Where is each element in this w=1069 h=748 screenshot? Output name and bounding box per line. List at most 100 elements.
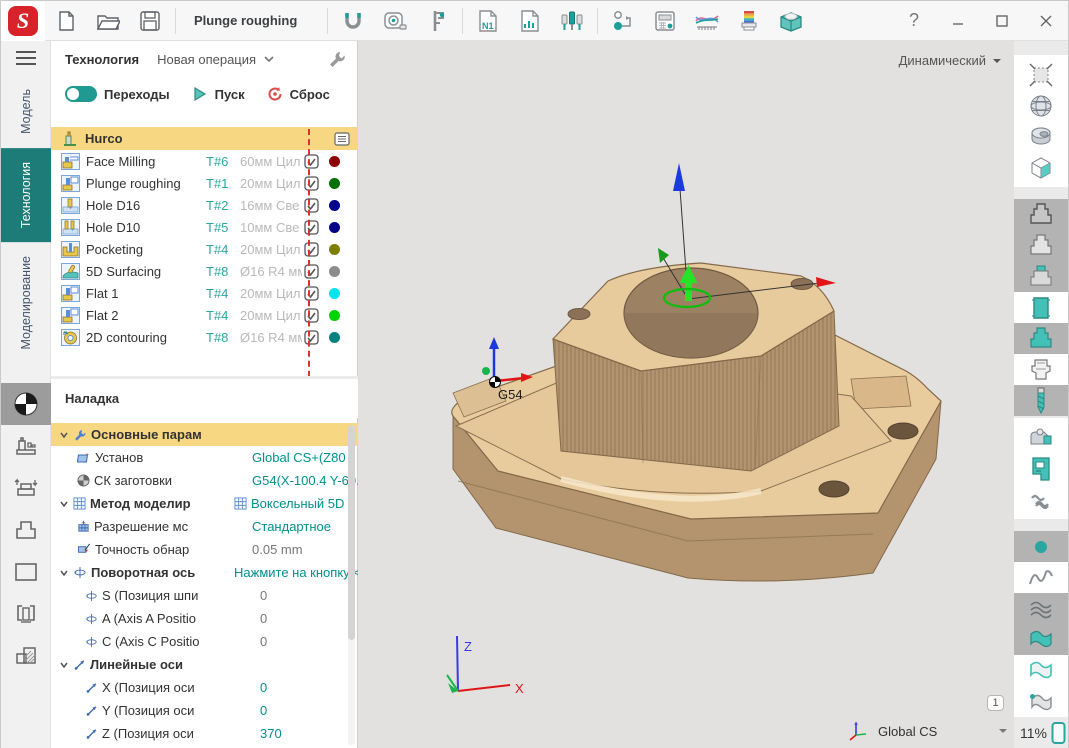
chevron-down-icon[interactable] xyxy=(998,726,1008,736)
run-button[interactable]: Пуск xyxy=(192,86,245,102)
tab-model[interactable]: Модель xyxy=(1,75,51,148)
new-file-button[interactable] xyxy=(45,3,87,39)
measure-tape-button[interactable] xyxy=(374,3,416,39)
operation-row[interactable]: 2D contouring T#8 Ø16 R4 мм xyxy=(51,326,358,348)
transitions-toggle[interactable]: Переходы xyxy=(65,86,170,102)
tab-technology[interactable]: Технология xyxy=(1,148,51,242)
machine-header-row[interactable]: Hurco xyxy=(51,127,358,150)
show-machine-button[interactable] xyxy=(1014,453,1068,484)
operation-checkbox[interactable] xyxy=(304,154,319,169)
show-fixture-wire-button[interactable] xyxy=(1014,354,1068,385)
machine-setup-button[interactable] xyxy=(1,425,51,467)
operation-row[interactable]: 5D Surfacing T#8 Ø16 R4 мм xyxy=(51,260,358,282)
notification-badge[interactable]: 1 xyxy=(987,695,1004,711)
operation-checkbox[interactable] xyxy=(304,198,319,213)
operation-row[interactable]: Plunge roughing T#1 20мм Цил xyxy=(51,172,358,194)
operation-checkbox[interactable] xyxy=(304,220,319,235)
show-surfaces-button[interactable] xyxy=(1014,624,1068,655)
operation-color-dot[interactable] xyxy=(329,178,340,189)
menu-button[interactable] xyxy=(1,41,51,75)
operation-checkbox[interactable] xyxy=(304,308,319,323)
show-points-button[interactable] xyxy=(1014,531,1068,562)
simulation-button[interactable] xyxy=(770,3,812,39)
show-meshes-button[interactable] xyxy=(1014,593,1068,624)
operation-row[interactable]: Pocketing T#4 20мм Цил xyxy=(51,238,358,260)
operation-color-dot[interactable] xyxy=(329,222,340,233)
tree-row-stock-cs[interactable]: СК заготовки G54(X-100.4 Y-60.4 Z0.4 xyxy=(51,469,358,492)
operation-color-dot[interactable] xyxy=(329,288,340,299)
reset-button[interactable]: Сброс xyxy=(267,86,330,102)
save-button[interactable] xyxy=(129,3,171,39)
report-button[interactable] xyxy=(509,3,551,39)
show-target-part-button[interactable] xyxy=(1014,323,1068,354)
tree-row-resolution[interactable]: Разрешение мс Стандартное xyxy=(51,515,358,538)
operation-color-dot[interactable] xyxy=(329,332,340,343)
show-tool-button[interactable] xyxy=(1014,385,1068,416)
show-toolpath-button[interactable] xyxy=(1014,484,1068,515)
operation-row[interactable]: Hole D10 T#5 10мм Све xyxy=(51,216,358,238)
tree-row-c-axis[interactable]: C (Axis C Positio 0 xyxy=(51,630,358,653)
close-button[interactable] xyxy=(1024,3,1068,39)
operation-color-dot[interactable] xyxy=(329,156,340,167)
graphs-button[interactable] xyxy=(686,3,728,39)
tree-row-tolerance[interactable]: Точность обнар 0.05 mm xyxy=(51,538,358,561)
tree-group-linear-axes[interactable]: Линейные оси xyxy=(51,653,358,676)
operation-checkbox[interactable] xyxy=(304,330,319,345)
show-stock-shaded-button[interactable] xyxy=(1014,230,1068,261)
operation-row[interactable]: Face Milling T#6 60мм Цил xyxy=(51,150,358,172)
tree-group-main-params[interactable]: Основные парам xyxy=(51,423,358,446)
part-button[interactable] xyxy=(1,509,51,551)
operation-checkbox[interactable] xyxy=(304,286,319,301)
view-mode-dropdown[interactable]: Динамический xyxy=(899,53,1002,68)
globe-view-button[interactable] xyxy=(1014,90,1068,121)
operation-row[interactable]: Hole D16 T#2 16мм Све xyxy=(51,194,358,216)
workpiece-view-button[interactable] xyxy=(1014,121,1068,152)
open-file-button[interactable] xyxy=(87,3,129,39)
show-workpiece-button[interactable] xyxy=(1014,292,1068,323)
operation-color-dot[interactable] xyxy=(329,244,340,255)
tree-row-a-axis[interactable]: A (Axis A Positio 0 xyxy=(51,607,358,630)
operation-color-dot[interactable] xyxy=(329,266,340,277)
tree-row-x-axis[interactable]: X (Позиция оси 0 xyxy=(51,676,358,699)
operation-checkbox[interactable] xyxy=(304,176,319,191)
caliper-button[interactable] xyxy=(416,3,458,39)
workpiece-setup-button[interactable] xyxy=(1,467,51,509)
material-layers-button[interactable] xyxy=(728,3,770,39)
tree-row-s-position[interactable]: S (Позиция шпи 0 xyxy=(51,584,358,607)
operation-color-dot[interactable] xyxy=(329,310,340,321)
snap-magnet-button[interactable] xyxy=(332,3,374,39)
show-curves-button[interactable] xyxy=(1014,562,1068,593)
tool-library-button[interactable] xyxy=(551,3,593,39)
operation-row[interactable]: Flat 1 T#4 20мм Цил xyxy=(51,282,358,304)
operation-row[interactable]: Flat 2 T#4 20мм Цил xyxy=(51,304,358,326)
gcode-button[interactable]: N1 xyxy=(467,3,509,39)
settings-wrench-icon[interactable] xyxy=(327,49,347,69)
restricted-areas-button[interactable] xyxy=(1,635,51,677)
show-inprocess-stock-button[interactable] xyxy=(1014,261,1068,292)
new-operation-dropdown[interactable]: Новая операция xyxy=(157,52,274,67)
show-stock-wire-button[interactable] xyxy=(1014,199,1068,230)
show-fixtures-button[interactable] xyxy=(1014,422,1068,453)
operation-color-dot[interactable] xyxy=(329,200,340,211)
fixtures-button[interactable] xyxy=(1,593,51,635)
tree-row-y-axis[interactable]: Y (Позиция оси 0 xyxy=(51,699,358,722)
tree-group-sim-method[interactable]: Метод моделир Воксельный 5D xyxy=(51,492,358,515)
tab-simulation[interactable]: Моделирование xyxy=(1,242,51,364)
viewport-3d[interactable]: Динамический xyxy=(358,41,1016,748)
toggle-on-icon[interactable] xyxy=(65,86,97,102)
tree-row-z-axis[interactable]: Z (Позиция оси 370 xyxy=(51,722,358,745)
show-solids-button[interactable] xyxy=(1014,655,1068,686)
help-button[interactable]: ? xyxy=(892,3,936,39)
fit-view-button[interactable] xyxy=(1014,59,1068,90)
cs-selector[interactable]: Global CS xyxy=(878,724,988,739)
section-view-button[interactable] xyxy=(1014,152,1068,183)
tree-row-setup[interactable]: Установ Global CS+(Z80 ) xyxy=(51,446,358,469)
operation-checkbox[interactable] xyxy=(304,242,319,257)
workpiece-box-button[interactable] xyxy=(1,551,51,593)
machining-process-button[interactable] xyxy=(602,3,644,39)
operations-menu-icon[interactable] xyxy=(334,132,350,146)
operation-checkbox[interactable] xyxy=(304,264,319,279)
show-workpiece-surfaces-button[interactable] xyxy=(1014,686,1068,717)
maximize-button[interactable] xyxy=(980,3,1024,39)
stock-view-button[interactable] xyxy=(1,383,51,425)
